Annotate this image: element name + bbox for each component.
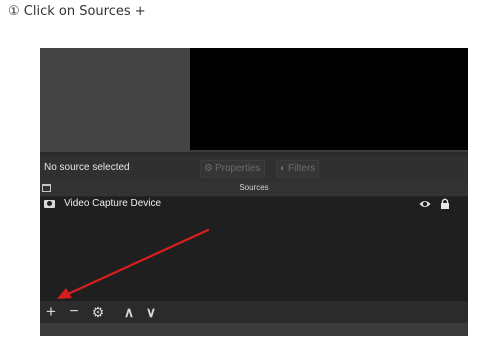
source-properties-button[interactable]: ⚙ (88, 302, 108, 322)
eye-icon[interactable] (419, 199, 431, 209)
properties-bar: No source selected ⚙ Properties ◐ Filters (40, 156, 468, 182)
sources-dock-header: Sources (40, 182, 468, 197)
camera-icon (44, 200, 55, 208)
gear-icon: ⚙ (204, 163, 213, 174)
preview-canvas[interactable] (190, 48, 468, 150)
source-name: Video Capture Device (64, 198, 162, 209)
source-item[interactable]: Video Capture Device (40, 197, 468, 211)
sources-toolbar: + − ⚙ ∧ ∨ (40, 301, 468, 323)
remove-source-button[interactable]: − (64, 302, 84, 322)
properties-label: Properties (214, 163, 261, 174)
move-source-up-button[interactable]: ∧ (119, 302, 139, 322)
sources-title: Sources (239, 183, 269, 192)
filters-button[interactable]: ◐ Filters (276, 160, 320, 178)
instruction-caption: ① Click on Sources + (8, 4, 146, 19)
properties-button[interactable]: ⚙ Properties (200, 160, 265, 178)
add-source-button[interactable]: + (41, 302, 61, 322)
lock-icon[interactable] (440, 198, 450, 209)
sources-list[interactable]: Video Capture Device (40, 197, 468, 301)
filters-label: Filters (288, 163, 316, 174)
obs-window: No source selected ⚙ Properties ◐ Filters … (40, 48, 468, 336)
bottom-strip (40, 323, 468, 336)
filter-icon: ◐ (280, 163, 287, 174)
move-source-down-button[interactable]: ∨ (141, 302, 161, 322)
no-source-label: No source selected (44, 162, 130, 173)
preview-side-panel (40, 48, 190, 152)
